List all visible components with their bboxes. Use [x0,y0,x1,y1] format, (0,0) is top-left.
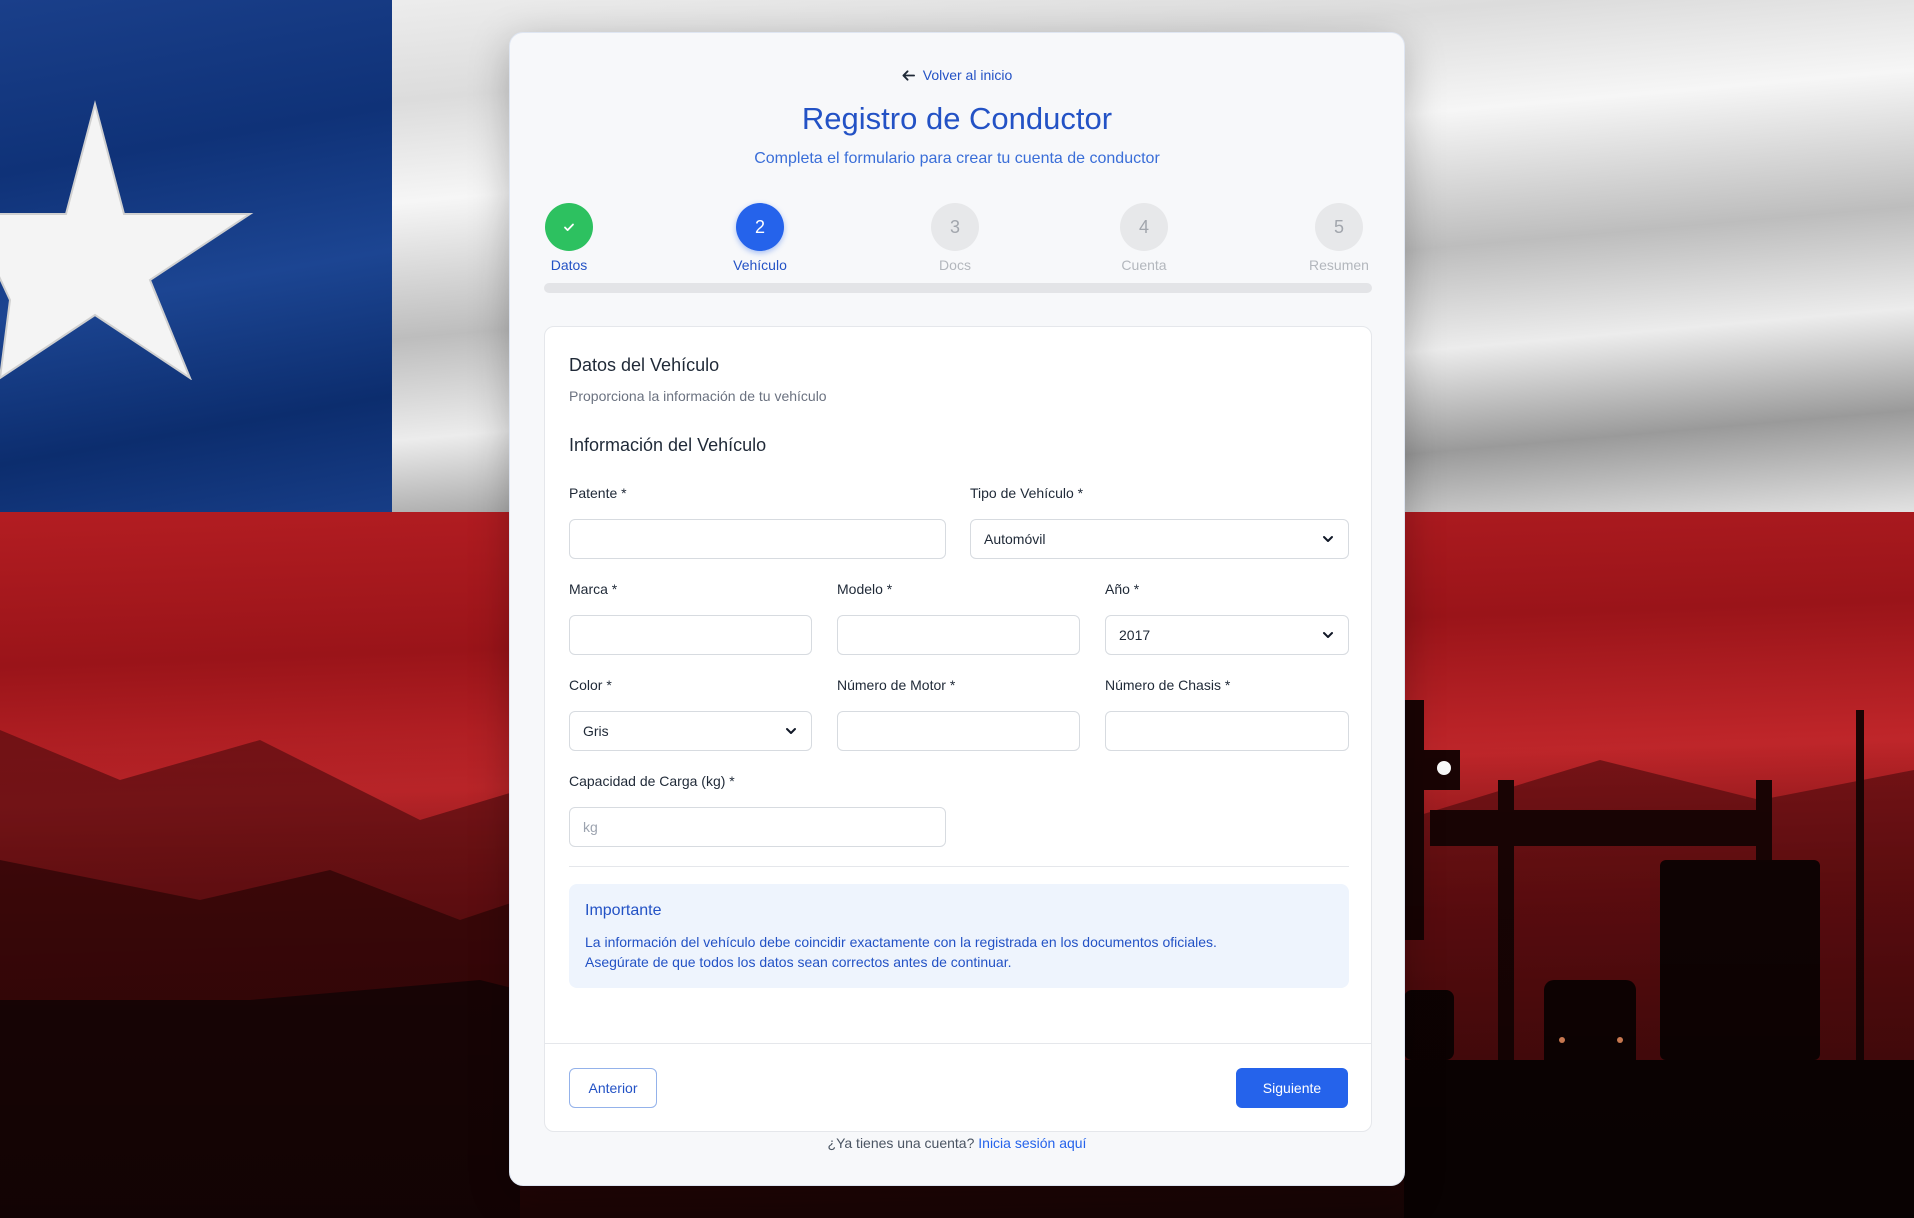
step-number: 2 [736,203,784,251]
page-subtitle: Completa el formulario para crear tu cue… [754,150,1160,167]
chevron-down-icon [1323,536,1333,542]
patente-field: Patente * [569,485,946,559]
step-number: 4 [1120,203,1168,251]
next-button[interactable]: Siguiente [1236,1068,1348,1108]
panel-title: Datos del Vehículo [569,355,720,375]
step-vehiculo[interactable]: 2 Vehículo [715,203,805,273]
progress-bar [544,283,1372,293]
tipo-vehiculo-field: Tipo de Vehículo * Automóvil [970,485,1349,559]
motor-input[interactable] [837,711,1080,751]
back-link-label[interactable]: Volver al inicio [923,67,1013,83]
marca-field: Marca * [569,581,812,655]
step-number: 3 [931,203,979,251]
patente-label: Patente * [569,485,627,501]
marca-label: Marca * [569,581,618,597]
login-prompt: ¿Ya tienes una cuenta? Inicia sesión aqu… [510,1135,1404,1151]
modelo-input[interactable] [837,615,1080,655]
notice-text: La información del vehículo debe coincid… [585,932,1333,972]
step-label: Docs [939,257,971,273]
step-label: Resumen [1309,257,1369,273]
anio-label: Año * [1105,581,1140,597]
login-prompt-text: ¿Ya tienes una cuenta? [827,1135,975,1151]
step-datos[interactable]: Datos [524,203,614,273]
anio-field: Año * 2017 [1105,581,1349,655]
anio-select[interactable]: 2017 [1105,615,1349,655]
step-docs: 3 Docs [910,203,1000,273]
color-value: Gris [583,723,609,739]
chasis-field: Número de Chasis * [1105,677,1349,751]
vehicle-form-panel: Datos del Vehículo Proporciona la inform… [544,326,1372,1132]
step-label: Cuenta [1121,257,1167,273]
chevron-down-icon [1323,632,1333,638]
tipo-vehiculo-label: Tipo de Vehículo * [970,485,1084,501]
color-label: Color * [569,677,612,693]
login-link[interactable]: Inicia sesión aquí [978,1135,1086,1151]
capacidad-field: Capacidad de Carga (kg) * [569,773,946,847]
divider [545,1043,1371,1044]
registration-card: Volver al inicio Registro de Conductor C… [509,32,1405,1186]
chevron-down-icon [786,728,796,734]
page-title: Registro de Conductor [801,101,1113,136]
modelo-label: Modelo * [837,581,893,597]
modelo-field: Modelo * [837,581,1080,655]
patente-input[interactable] [569,519,946,559]
notice-line-1: La información del vehículo debe coincid… [585,934,1217,950]
motor-field: Número de Motor * [837,677,1080,751]
tipo-vehiculo-select[interactable]: Automóvil [970,519,1349,559]
notice-title: Importante [585,902,662,919]
motor-label: Número de Motor * [837,677,956,693]
important-notice: Importante La información del vehículo d… [569,884,1349,988]
capacidad-input[interactable] [569,807,946,847]
step-label: Vehículo [733,257,787,273]
panel-description: Proporciona la información de tu vehícul… [569,388,827,404]
step-label: Datos [550,257,588,273]
color-field: Color * Gris [569,677,812,751]
step-number: 5 [1315,203,1363,251]
previous-button[interactable]: Anterior [569,1068,657,1108]
chasis-label: Número de Chasis * [1105,677,1231,693]
check-icon [545,203,593,251]
arrow-left-icon [902,69,915,81]
step-resumen: 5 Resumen [1294,203,1384,273]
divider [569,866,1349,867]
section-title: Información del Vehículo [569,435,767,455]
anio-value: 2017 [1119,627,1151,643]
chasis-input[interactable] [1105,711,1349,751]
capacidad-label: Capacidad de Carga (kg) * [569,773,735,789]
color-select[interactable]: Gris [569,711,812,751]
marca-input[interactable] [569,615,812,655]
back-to-home-link[interactable]: Volver al inicio [510,67,1404,83]
notice-line-2: Asegúrate de que todos los datos sean co… [585,954,1012,970]
tipo-vehiculo-value: Automóvil [984,531,1046,547]
step-cuenta: 4 Cuenta [1099,203,1189,273]
